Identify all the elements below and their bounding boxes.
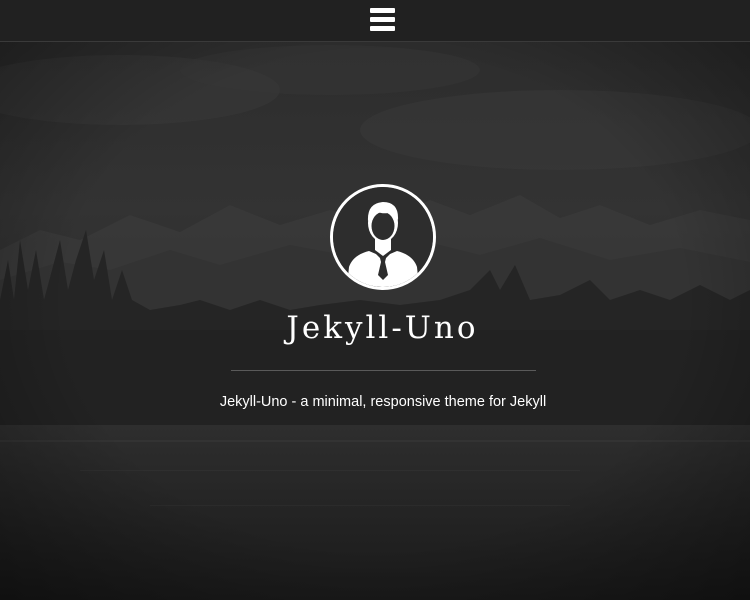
- page: Jekyll-Uno Jekyll-Uno - a minimal, respo…: [0, 0, 750, 600]
- hamburger-menu-icon[interactable]: [370, 7, 396, 33]
- site-tagline: Jekyll-Uno - a minimal, responsive theme…: [219, 394, 547, 410]
- menu-bar-line: [370, 17, 395, 22]
- top-navigation-bar: [0, 0, 750, 42]
- site-title[interactable]: Jekyll-Uno: [0, 310, 750, 346]
- user-avatar-icon[interactable]: [330, 184, 436, 290]
- title-divider: [231, 370, 536, 371]
- background-landscape-image: [0, 0, 750, 600]
- menu-bar-line: [370, 26, 395, 31]
- menu-bar-line: [370, 8, 395, 13]
